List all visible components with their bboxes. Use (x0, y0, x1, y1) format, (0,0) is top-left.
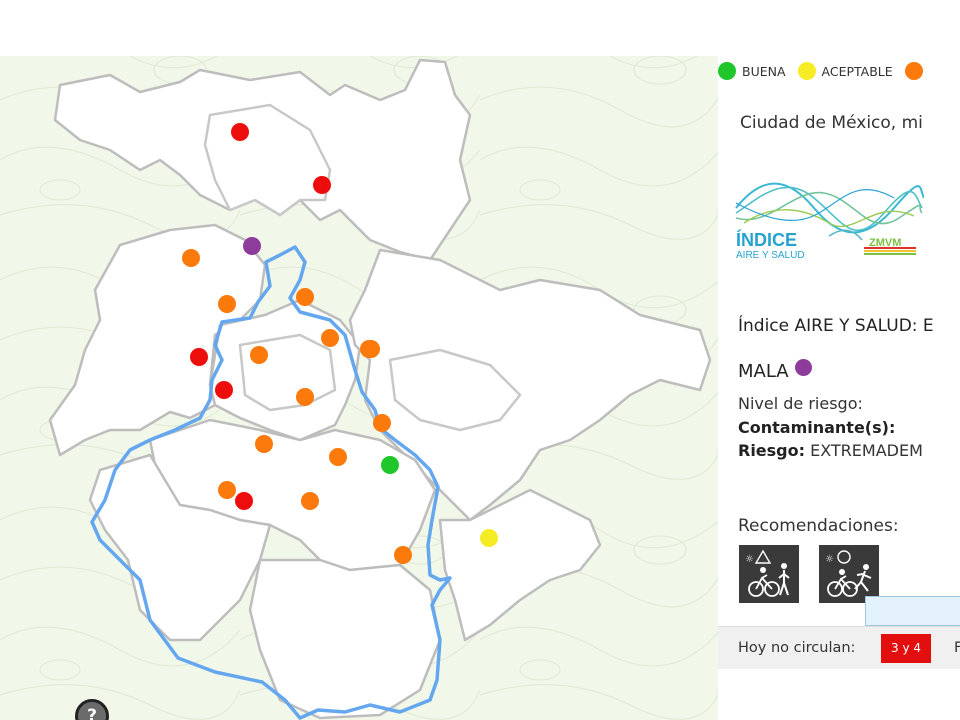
map-canvas[interactable] (0, 56, 718, 720)
station-marker[interactable] (231, 123, 249, 141)
station-marker[interactable] (329, 448, 347, 466)
logo-sub: AIRE Y SALUD (736, 250, 805, 261)
indice-aire-salud-logo: ÍNDICE AIRE Y SALUD ZMVM (734, 168, 925, 278)
station-marker[interactable] (381, 456, 399, 474)
legend-dot-buena (718, 62, 736, 80)
info-panel: BUENA ACEPTABLE Ciudad de México, mi ÍND… (718, 56, 960, 720)
station-marker[interactable] (321, 329, 339, 347)
quality-dot (794, 359, 812, 376)
station-marker[interactable] (313, 176, 331, 194)
quality-status: MALA (738, 359, 812, 382)
legend-dot-aceptable (797, 62, 816, 80)
legend-item-aceptable: ACEPTABLE (797, 62, 893, 80)
svg-text:☼: ☼ (825, 554, 834, 565)
station-marker[interactable] (218, 481, 236, 499)
station-marker[interactable] (243, 237, 261, 255)
top-bar (0, 0, 960, 56)
station-marker[interactable] (235, 492, 253, 510)
station-marker[interactable] (218, 295, 236, 313)
station-marker[interactable] (301, 492, 319, 510)
reduce-exercise-icon: ☼ (819, 545, 879, 603)
station-marker[interactable] (296, 388, 314, 406)
station-marker[interactable] (182, 249, 200, 267)
outdoor-activity-warning-icon: ☼ (739, 545, 799, 603)
station-marker[interactable] (480, 529, 498, 547)
pollutants-label: Contaminante(s): (738, 418, 896, 437)
risk-prefix: Riesgo: (738, 441, 806, 460)
quality-label: MALA (738, 361, 789, 382)
risk-value: EXTREMADEM (805, 441, 923, 460)
recommendation-tooltip (865, 596, 960, 626)
recommendations-title: Recomendaciones: (738, 516, 899, 536)
logo-word: ÍNDICE (736, 229, 797, 250)
station-marker[interactable] (255, 435, 273, 453)
legend-item-buena: BUENA (718, 62, 786, 80)
legend-label-buena: BUENA (742, 63, 786, 79)
station-marker[interactable] (373, 414, 391, 432)
hoy-no-circulan-next: F (954, 640, 960, 656)
index-aire-salud-line: Índice AIRE Y SALUD: E (738, 316, 934, 336)
station-marker[interactable] (215, 381, 233, 399)
air-quality-map[interactable]: ? (0, 56, 718, 720)
station-marker[interactable] (250, 346, 268, 364)
legend-label-aceptable: ACEPTABLE (821, 63, 893, 79)
risk-row: Riesgo: EXTREMADEM (738, 441, 923, 460)
hoy-no-circula-bar: Hoy no circulan: 3 y 4 F (718, 626, 960, 669)
logo-badge: ZMVM (869, 237, 901, 249)
station-marker[interactable] (296, 288, 314, 306)
svg-text:☼: ☼ (745, 554, 754, 565)
hoy-no-circulan-badge: 3 y 4 (881, 634, 931, 663)
station-marker[interactable] (190, 348, 208, 366)
logo-waves: ÍNDICE AIRE Y SALUD ZMVM (735, 182, 925, 261)
risk-level-label: Nivel de riesgo: (738, 394, 863, 413)
legend-dot-mala (904, 62, 923, 80)
hoy-no-circulan-label: Hoy no circulan: (738, 640, 856, 656)
station-marker[interactable] (362, 340, 380, 358)
legend-item-mala (904, 62, 929, 80)
location-text: Ciudad de México, mi (740, 113, 923, 133)
legend: BUENA ACEPTABLE (718, 62, 937, 83)
station-marker[interactable] (394, 546, 412, 564)
